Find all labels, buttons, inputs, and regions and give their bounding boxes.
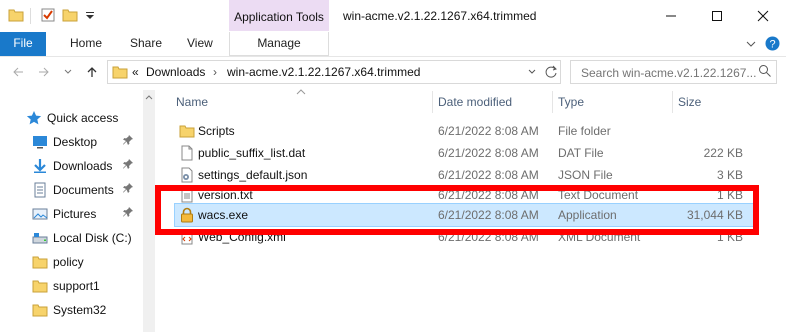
chevron-down-icon	[64, 69, 72, 74]
file-size: 3 KB	[716, 168, 743, 182]
minimize-button[interactable]	[648, 0, 694, 32]
maximize-icon	[712, 11, 722, 21]
close-button[interactable]	[740, 0, 786, 32]
tab-home[interactable]: Home	[58, 32, 114, 56]
forward-button[interactable]	[34, 62, 54, 82]
sidebar-item-system32[interactable]: System32	[32, 298, 106, 322]
svg-text:?: ?	[769, 39, 775, 51]
sidebar-item-label: policy	[53, 255, 84, 269]
pin-icon	[123, 183, 133, 196]
recent-locations-button[interactable]	[58, 62, 78, 82]
file-row[interactable]: settings_default.json 6/21/2022 8:08 AM JS…	[175, 164, 755, 186]
breadcrumb-downloads[interactable]: Downloads	[146, 65, 205, 79]
breadcrumb-current-folder[interactable]: win-acme.v2.1.22.1267.x64.trimmed	[227, 65, 420, 79]
file-row[interactable]: Scripts 6/21/2022 8:08 AM File folder	[175, 120, 755, 142]
maximize-button[interactable]	[694, 0, 740, 32]
documents-icon	[32, 182, 48, 198]
sidebar-item-local-disk-c[interactable]: Local Disk (C:)	[32, 226, 132, 250]
folder-icon	[8, 9, 24, 22]
up-button[interactable]	[82, 62, 102, 82]
sort-ascending-icon	[296, 89, 306, 95]
sidebar-item-label: Pictures	[53, 207, 97, 221]
new-folder-icon[interactable]	[62, 7, 78, 23]
tab-manage[interactable]: Manage	[229, 32, 329, 56]
sidebar-item-label: Documents	[53, 183, 114, 197]
download-arrow-icon	[32, 158, 48, 174]
sidebar-item-label: support1	[53, 279, 100, 293]
application-tools-label: Application Tools	[234, 10, 324, 24]
column-header-date-modified[interactable]: Date modified	[438, 95, 512, 109]
application-tools-group: Application Tools	[229, 0, 329, 31]
sidebar-item-label: System32	[53, 303, 107, 317]
drive-icon	[32, 230, 48, 246]
sidebar-item-policy[interactable]: policy	[32, 250, 84, 274]
file-date-modified: 6/21/2022 8:08 AM	[438, 168, 539, 182]
file-type: JSON File	[558, 168, 613, 182]
window-title: win-acme.v2.1.22.1267.x64.trimmed	[343, 9, 537, 23]
pin-icon	[123, 207, 133, 220]
column-header-type[interactable]: Type	[558, 95, 584, 109]
search-box[interactable]	[570, 60, 777, 84]
sidebar-item-label: Downloads	[53, 159, 113, 173]
tab-view[interactable]: View	[175, 32, 225, 56]
tab-file[interactable]: File	[0, 32, 46, 56]
forward-arrow-icon	[39, 67, 49, 77]
column-divider[interactable]	[432, 91, 433, 113]
file-type: File folder	[558, 124, 611, 138]
column-divider[interactable]	[672, 91, 673, 113]
sidebar-item-downloads[interactable]: Downloads	[32, 154, 112, 178]
pictures-icon	[32, 206, 48, 222]
json-file-icon	[179, 167, 195, 183]
file-name: settings_default.json	[198, 168, 308, 182]
search-icon	[759, 65, 771, 77]
sidebar-item-quick-access[interactable]: Quick access	[26, 106, 118, 130]
minimize-icon	[666, 15, 676, 17]
refresh-icon[interactable]	[543, 64, 559, 80]
breadcrumb-separator[interactable]: ›	[213, 65, 217, 79]
properties-icon[interactable]	[40, 7, 56, 23]
sidebar-item-support1[interactable]: support1	[32, 274, 100, 298]
file-name: public_suffix_list.dat	[198, 146, 306, 160]
chevron-down-icon[interactable]	[527, 67, 537, 77]
tab-share[interactable]: Share	[118, 32, 174, 56]
up-arrow-icon	[87, 67, 97, 77]
search-input[interactable]	[579, 62, 763, 84]
quick-access-separator	[30, 8, 31, 24]
file-name: Scripts	[198, 124, 235, 138]
back-button[interactable]	[8, 62, 28, 82]
sidebar-item-label: Quick access	[47, 111, 119, 125]
file-date-modified: 6/21/2022 8:08 AM	[438, 146, 539, 160]
back-arrow-icon	[13, 67, 23, 77]
pin-icon	[123, 159, 133, 172]
folder-icon	[112, 66, 128, 79]
file-row[interactable]: public_suffix_list.dat 6/21/2022 8:08 AM D…	[175, 142, 755, 164]
folder-icon	[32, 302, 48, 318]
desktop-icon	[32, 134, 48, 150]
column-header-size[interactable]: Size	[678, 95, 701, 109]
annotation-highlight-box	[155, 185, 759, 235]
sidebar-item-label: Desktop	[53, 135, 98, 149]
column-divider[interactable]	[552, 91, 553, 113]
help-icon[interactable]: ?	[765, 36, 780, 51]
file-icon	[179, 145, 195, 161]
close-icon	[757, 10, 769, 22]
folder-icon	[32, 254, 48, 270]
file-size: 222 KB	[703, 146, 743, 160]
file-date-modified: 6/21/2022 8:08 AM	[438, 124, 539, 138]
sidebar-scrollbar[interactable]	[143, 90, 155, 332]
scroll-up-icon[interactable]	[145, 94, 153, 100]
star-icon	[26, 110, 42, 126]
folder-icon	[32, 278, 48, 294]
column-header-name[interactable]: Name	[176, 95, 208, 109]
sidebar-item-desktop[interactable]: Desktop	[32, 130, 97, 154]
breadcrumb-overflow[interactable]: «	[132, 65, 139, 79]
pin-icon	[123, 135, 133, 148]
sidebar-item-pictures[interactable]: Pictures	[32, 202, 96, 226]
customize-toolbar-icon[interactable]	[82, 7, 98, 23]
file-type: DAT File	[558, 146, 604, 160]
folder-icon	[179, 123, 195, 139]
expand-ribbon-icon[interactable]	[745, 38, 757, 50]
sidebar-item-label: Local Disk (C:)	[53, 231, 132, 245]
sidebar-item-documents[interactable]: Documents	[32, 178, 114, 202]
